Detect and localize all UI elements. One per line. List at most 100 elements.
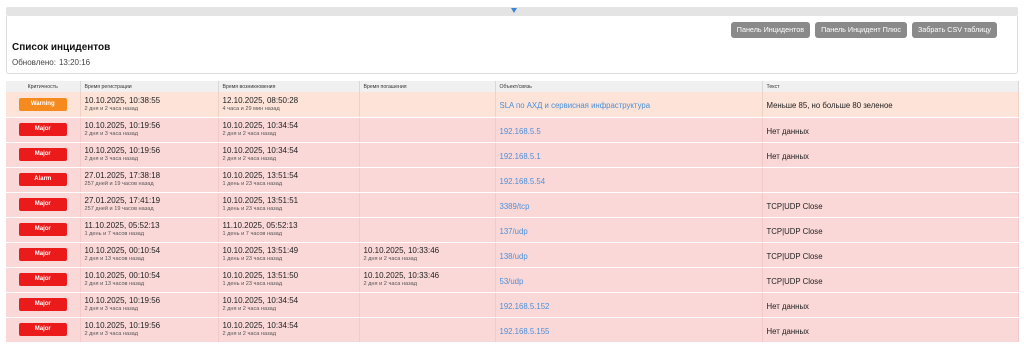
occurred-cell: 10.10.2025, 13:51:51 1 день и 23 часа наз… (218, 192, 360, 218)
column-header-resolved[interactable]: Время погашения (359, 81, 496, 92)
severity-cell: Major (6, 292, 81, 318)
object-link[interactable]: 3389/tcp (500, 202, 530, 211)
object-cell: 138/udp (495, 242, 763, 268)
incidents-header-panel: Список инцидентов Обновлено: 13:20:16 Пан… (6, 16, 1018, 74)
table-row[interactable]: Alarm 27.01.2025, 17:38:18 257 дней и 19 ч… (6, 167, 1019, 193)
resolved-cell (359, 167, 496, 193)
table-row[interactable]: Major 10.10.2025, 10:19:56 2 дня и 3 часа … (6, 317, 1019, 343)
registered-relative: 2 дня и 3 часа назад (84, 131, 139, 137)
text-cell: Нет данных (762, 117, 1019, 143)
object-cell: 137/udp (495, 217, 763, 243)
registered-relative: 1 день и 7 часов назад (84, 231, 145, 237)
occurred-relative: 2 дня и 2 часа назад (222, 331, 277, 337)
object-link[interactable]: SLA по АХД и сервисная инфраструктура (500, 101, 651, 110)
occurred-relative: 1 день и 23 часа назад (222, 281, 283, 287)
occurred-relative: 2 дня и 2 часа назад (222, 131, 277, 137)
occurred-cell: 10.10.2025, 13:51:49 1 день и 23 часа наз… (218, 242, 360, 268)
occurred-cell: 11.10.2025, 05:52:13 1 день и 7 часов наз… (218, 217, 360, 243)
table-row[interactable]: Major 10.10.2025, 00:10:54 2 дня и 13 часо… (6, 267, 1019, 293)
object-link[interactable]: 192.168.5.5 (500, 127, 541, 136)
text-cell: TCP|UDP Close (762, 217, 1019, 243)
collapse-toggle-bar[interactable] (6, 7, 1018, 16)
severity-badge[interactable]: Warning (18, 97, 67, 111)
export-csv-button[interactable]: Забрать CSV таблицу (911, 22, 997, 38)
object-link[interactable]: 192.168.5.54 (500, 177, 546, 186)
object-cell: 53/udp (495, 267, 763, 293)
severity-cell: Major (6, 317, 81, 343)
table-row[interactable]: Major 10.10.2025, 10:19:56 2 дня и 3 часа … (6, 292, 1019, 318)
object-cell: 192.168.5.152 (495, 292, 763, 318)
object-link[interactable]: 137/udp (500, 227, 528, 236)
severity-badge[interactable]: Major (18, 223, 67, 236)
registered-relative: 2 дня и 13 часов назад (84, 256, 145, 262)
chevron-down-icon[interactable] (511, 8, 517, 13)
registered-relative: 257 дней и 19 часов назад (84, 206, 154, 212)
severity-badge[interactable]: Major (18, 323, 67, 336)
severity-badge[interactable]: Major (18, 298, 67, 311)
table-row[interactable]: Major 27.01.2025, 17:41:19 257 дней и 19 ч… (6, 192, 1019, 218)
resolved-relative: 2 дня и 2 часа назад (363, 281, 418, 287)
registered-relative: 257 дней и 19 часов назад (84, 181, 154, 187)
object-cell: 192.168.5.1 (495, 142, 763, 168)
object-link[interactable]: 53/udp (500, 277, 524, 286)
column-header-occurred[interactable]: Время возникновения (218, 81, 360, 92)
severity-cell: Major (6, 117, 81, 143)
severity-cell: Alarm (6, 167, 81, 193)
severity-badge[interactable]: Major (18, 248, 67, 261)
text-cell: Нет данных (762, 142, 1019, 168)
severity-badge[interactable]: Major (18, 273, 67, 286)
occurred-datetime: 11.10.2025, 05:52:13 (222, 221, 298, 230)
severity-cell: Major (6, 192, 81, 218)
table-row[interactable]: Major 10.10.2025, 10:19:56 2 дня и 3 часа … (6, 117, 1019, 143)
table-row[interactable]: Major 10.10.2025, 00:10:54 2 дня и 13 часо… (6, 242, 1019, 268)
severity-badge[interactable]: Major (18, 198, 67, 211)
updated-time: 13:20:16 (58, 58, 91, 67)
table-row[interactable]: Major 10.10.2025, 10:19:56 2 дня и 3 часа … (6, 142, 1019, 168)
registered-datetime: 10.10.2025, 10:19:56 (84, 296, 161, 305)
incident-text: TCP|UDP Close (766, 276, 823, 286)
occurred-datetime: 10.10.2025, 13:51:49 (222, 246, 299, 255)
resolved-cell (359, 317, 496, 343)
registered-datetime: 27.01.2025, 17:38:18 (84, 171, 161, 180)
occurred-datetime: 10.10.2025, 10:34:54 (222, 296, 299, 305)
table-row[interactable]: Major 11.10.2025, 05:52:13 1 день и 7 часо… (6, 217, 1019, 243)
occurred-datetime: 10.10.2025, 13:51:50 (222, 271, 299, 280)
severity-cell: Major (6, 267, 81, 293)
resolved-cell (359, 92, 496, 118)
column-header-object[interactable]: Объект/связь (495, 81, 763, 92)
resolved-cell: 10.10.2025, 10:33:46 2 дня и 2 часа назад (359, 242, 496, 268)
incidents-panel-button[interactable]: Панель Инцидентов (730, 22, 811, 38)
object-link[interactable]: 192.168.5.155 (500, 327, 550, 336)
incident-text: Нет данных (766, 126, 809, 136)
registered-datetime: 10.10.2025, 00:10:54 (84, 246, 161, 255)
object-cell: 192.168.5.5 (495, 117, 763, 143)
severity-cell: Major (6, 142, 81, 168)
registered-datetime: 10.10.2025, 10:19:56 (84, 146, 161, 155)
registered-datetime: 11.10.2025, 05:52:13 (84, 221, 160, 230)
object-link[interactable]: 192.168.5.1 (500, 152, 541, 161)
object-link[interactable]: 138/udp (500, 252, 528, 261)
occurred-cell: 10.10.2025, 13:51:54 1 день и 23 часа наз… (218, 167, 360, 193)
registered-datetime: 27.01.2025, 17:41:19 (84, 196, 161, 205)
resolved-cell (359, 292, 496, 318)
occurred-cell: 10.10.2025, 10:34:54 2 дня и 2 часа назад (218, 317, 360, 343)
occurred-relative: 4 часа и 29 мин назад (222, 105, 280, 112)
column-header-registered[interactable]: Время регистрации (80, 81, 219, 92)
occurred-cell: 10.10.2025, 10:34:54 2 дня и 2 часа назад (218, 142, 360, 168)
severity-badge[interactable]: Major (18, 123, 67, 136)
incident-plus-panel-button[interactable]: Панель Инцидент Плюс (815, 22, 907, 38)
severity-badge[interactable]: Major (18, 148, 67, 161)
column-header-text[interactable]: Текст (762, 81, 1019, 92)
severity-badge[interactable]: Alarm (18, 173, 67, 186)
column-header-severity[interactable]: Критичность (6, 81, 81, 92)
registered-datetime: 10.10.2025, 10:19:56 (84, 321, 161, 330)
incident-text: TCP|UDP Close (766, 251, 823, 261)
registered-cell: 10.10.2025, 10:19:56 2 дня и 3 часа назад (80, 142, 219, 168)
incident-text: Нет данных (766, 151, 809, 161)
object-link[interactable]: 192.168.5.152 (500, 302, 550, 311)
text-cell: Нет данных (762, 317, 1019, 343)
occurred-datetime: 10.10.2025, 10:34:54 (222, 321, 299, 330)
occurred-relative: 1 день и 23 часа назад (222, 206, 283, 212)
incident-text: TCP|UDP Close (766, 226, 823, 236)
table-row[interactable]: Warning 10.10.2025, 10:38:55 2 дня и 2 час… (6, 92, 1019, 118)
